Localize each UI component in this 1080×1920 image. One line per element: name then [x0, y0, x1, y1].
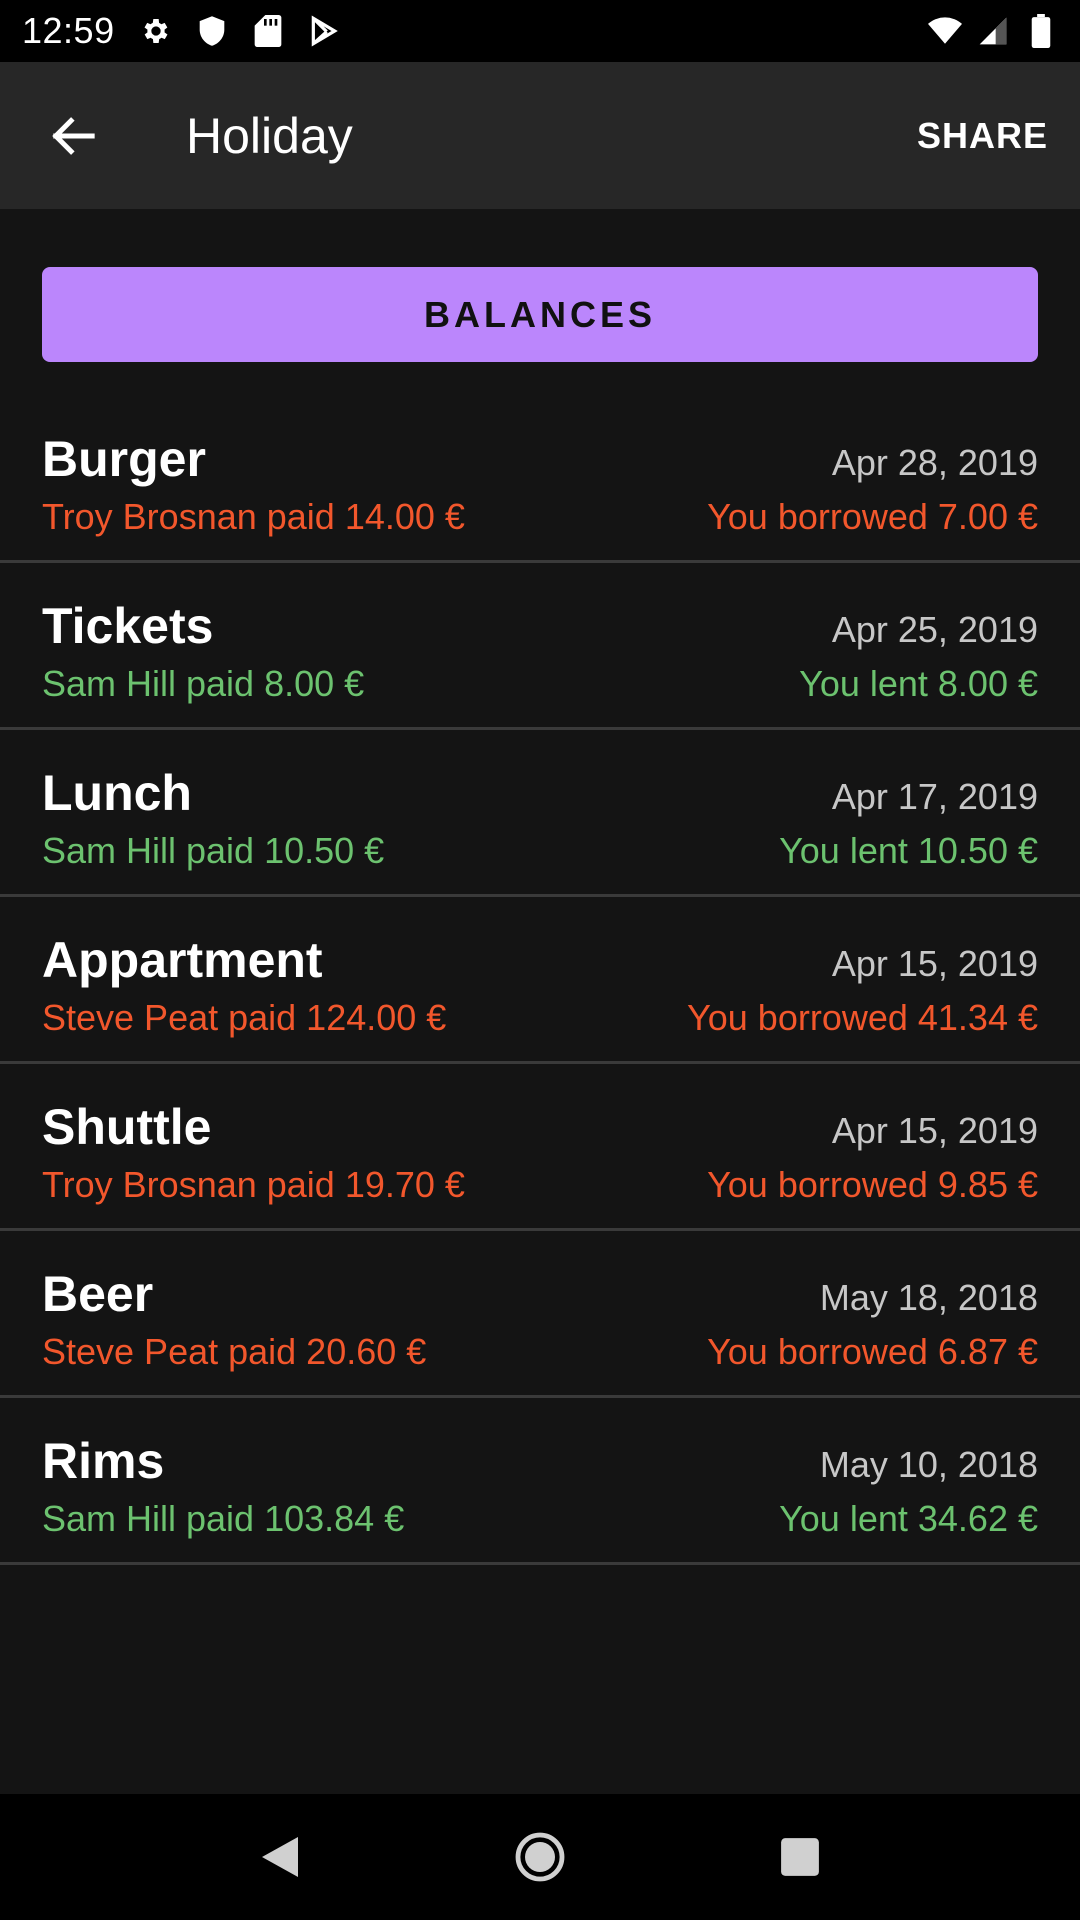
back-arrow-icon[interactable]	[38, 101, 108, 171]
expense-title: Tickets	[42, 598, 214, 654]
expense-title: Lunch	[42, 765, 192, 821]
expense-paid-by: Steve Peat paid 124.00 €	[42, 997, 447, 1038]
list-item[interactable]: Lunch Apr 17, 2019 Sam Hill paid 10.50 €…	[0, 730, 1080, 897]
list-item[interactable]: Shuttle Apr 15, 2019 Troy Brosnan paid 1…	[0, 1064, 1080, 1231]
expense-your-share: You borrowed 6.87 €	[707, 1331, 1038, 1372]
page-title: Holiday	[186, 107, 353, 164]
status-system-icons	[928, 14, 1058, 48]
expense-date: Apr 28, 2019	[831, 442, 1038, 483]
list-item[interactable]: Burger Apr 28, 2019 Troy Brosnan paid 14…	[0, 396, 1080, 563]
expense-your-share: You borrowed 9.85 €	[707, 1164, 1038, 1205]
expense-paid-by: Steve Peat paid 20.60 €	[42, 1331, 427, 1372]
app-bar: Holiday SHARE	[0, 62, 1080, 209]
list-item[interactable]: Appartment Apr 15, 2019 Steve Peat paid …	[0, 897, 1080, 1064]
play-store-icon	[307, 14, 341, 48]
sd-card-icon	[251, 14, 285, 48]
expense-title: Burger	[42, 431, 206, 487]
nav-recents-icon[interactable]	[760, 1817, 840, 1897]
shield-icon	[195, 14, 229, 48]
balances-button[interactable]: BALANCES	[42, 267, 1038, 362]
signal-icon	[976, 14, 1010, 48]
expense-your-share: You borrowed 7.00 €	[707, 496, 1038, 537]
expense-date: May 10, 2018	[819, 1444, 1038, 1485]
expense-paid-by: Troy Brosnan paid 14.00 €	[42, 496, 465, 537]
list-item[interactable]: Rims May 10, 2018 Sam Hill paid 103.84 €…	[0, 1398, 1080, 1565]
expense-paid-by: Sam Hill paid 103.84 €	[42, 1498, 405, 1539]
expense-your-share: You lent 34.62 €	[779, 1498, 1038, 1539]
expense-your-share: You borrowed 41.34 €	[687, 997, 1038, 1038]
battery-icon	[1024, 14, 1058, 48]
expense-date: Apr 25, 2019	[831, 609, 1038, 650]
expense-title: Rims	[42, 1433, 165, 1489]
status-time: 12:59	[22, 10, 115, 51]
settings-icon	[139, 14, 173, 48]
wifi-icon	[928, 14, 962, 48]
nav-back-icon[interactable]	[240, 1817, 320, 1897]
nav-home-icon[interactable]	[500, 1817, 580, 1897]
expense-date: May 18, 2018	[819, 1277, 1038, 1318]
system-nav-bar	[0, 1794, 1080, 1920]
status-notification-icons	[139, 14, 341, 48]
status-bar: 12:59	[0, 0, 1080, 62]
expense-date: Apr 17, 2019	[831, 776, 1038, 817]
list-item[interactable]: Beer May 18, 2018 Steve Peat paid 20.60 …	[0, 1231, 1080, 1398]
expense-title: Shuttle	[42, 1099, 212, 1155]
expense-paid-by: Sam Hill paid 10.50 €	[42, 830, 385, 871]
share-button[interactable]: SHARE	[917, 115, 1048, 157]
expense-your-share: You lent 10.50 €	[779, 830, 1038, 871]
expense-title: Beer	[42, 1266, 154, 1322]
expense-list: Burger Apr 28, 2019 Troy Brosnan paid 14…	[0, 396, 1080, 1565]
expense-paid-by: Troy Brosnan paid 19.70 €	[42, 1164, 465, 1205]
expense-paid-by: Sam Hill paid 8.00 €	[42, 663, 365, 704]
expense-date: Apr 15, 2019	[831, 1110, 1038, 1151]
expense-your-share: You lent 8.00 €	[799, 663, 1038, 704]
list-item[interactable]: Tickets Apr 25, 2019 Sam Hill paid 8.00 …	[0, 563, 1080, 730]
expense-title: Appartment	[42, 932, 323, 988]
expense-date: Apr 15, 2019	[831, 943, 1038, 984]
